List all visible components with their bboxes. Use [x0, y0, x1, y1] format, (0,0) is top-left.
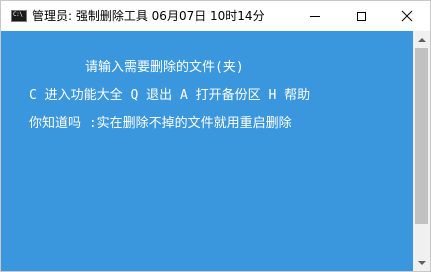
menu-options-line: C 进入功能大全 Q 退出 A 打开备份区 H 帮助	[29, 88, 311, 103]
prompt-line: 请输入需要删除的文件(夹)	[85, 60, 244, 75]
console-icon[interactable]: C:\	[11, 10, 27, 22]
arrow-up-icon	[417, 37, 426, 42]
close-icon	[401, 10, 413, 22]
window-title: 管理员: 强制删除工具 06月07日 10时14分	[32, 9, 265, 23]
maximize-icon	[356, 11, 366, 21]
scroll-down-button[interactable]	[413, 254, 430, 271]
scroll-up-button[interactable]	[413, 31, 430, 48]
minimize-icon	[310, 15, 320, 17]
vertical-scrollbar[interactable]	[413, 31, 430, 271]
console-icon-text: C:\	[13, 11, 23, 18]
minimize-button[interactable]	[292, 1, 338, 31]
close-button[interactable]	[384, 1, 430, 31]
maximize-button[interactable]	[338, 1, 384, 31]
arrow-down-icon	[417, 260, 426, 265]
tip-line: 你知道吗 :实在删除不掉的文件就用重启删除	[29, 116, 292, 131]
scroll-thumb[interactable]	[415, 48, 428, 224]
console-window: C:\ 管理员: 强制删除工具 06月07日 10时14分 请输入需要删除的文件…	[0, 0, 431, 272]
title-bar[interactable]: C:\ 管理员: 强制删除工具 06月07日 10时14分	[1, 1, 430, 31]
console-output-area[interactable]: 请输入需要删除的文件(夹) C 进入功能大全 Q 退出 A 打开备份区 H 帮助…	[1, 31, 413, 271]
